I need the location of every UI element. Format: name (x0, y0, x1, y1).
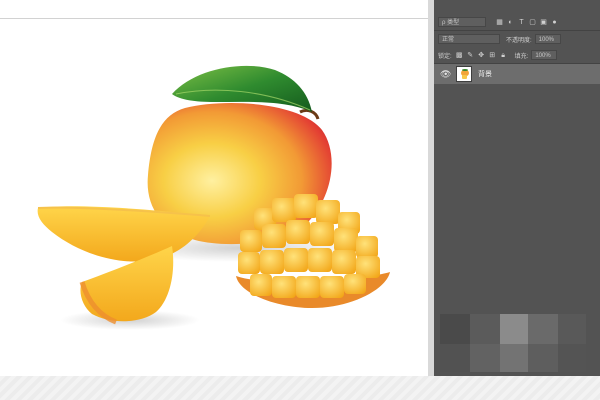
thumbnail-image (461, 69, 469, 79)
document-canvas[interactable] (0, 20, 428, 376)
opacity-label: 不透明度: (506, 37, 532, 44)
eye-icon[interactable]: 👁︎ (440, 69, 451, 80)
fill-input[interactable]: 100% (531, 50, 558, 60)
pixelated-overlay (440, 314, 586, 372)
canvas-top-border (0, 18, 430, 19)
blend-row: 正常 不透明度: 100% (434, 31, 600, 47)
lock-icon[interactable]: 🔒︎ (500, 52, 507, 59)
filter-type-icon[interactable]: T (518, 19, 525, 26)
filter-shape-icon[interactable]: ▢ (529, 19, 536, 26)
filter-toggle-icon[interactable]: ● (551, 19, 558, 26)
lock-label: 锁定: (438, 53, 452, 60)
bottom-strip (0, 376, 600, 400)
mango-illustration (37, 65, 390, 330)
blend-mode-select[interactable]: 正常 (438, 34, 500, 44)
move-icon[interactable]: ✥ (478, 52, 485, 59)
fill-label: 填充: (514, 53, 529, 60)
brush-icon[interactable]: ✎ (467, 52, 474, 59)
filter-smart-icon[interactable]: ▣ (540, 19, 547, 26)
layers-panel: ρ 类型 ▦ ◐ T ▢ ▣ ● 正常 不透明度: 100% 锁定: ▩ ✎ ✥… (434, 0, 600, 376)
mango-thumbnail-icon (456, 66, 472, 82)
opacity-input[interactable]: 100% (534, 34, 561, 44)
layer-row-background[interactable]: 👁︎ 背景 (434, 64, 600, 84)
chain-icon[interactable]: ⊞ (489, 52, 496, 59)
layer-filter-row: ρ 类型 ▦ ◐ T ▢ ▣ ● (434, 14, 600, 30)
layer-filter-select[interactable]: ρ 类型 (438, 17, 486, 27)
filter-adjust-icon[interactable]: ◐ (507, 19, 514, 26)
lock-transparent-icon[interactable]: ▩ (456, 52, 463, 59)
lock-row: 锁定: ▩ ✎ ✥ ⊞ 🔒︎ 填充: 100% (434, 47, 600, 63)
layer-name: 背景 (478, 71, 492, 78)
filter-pixel-icon[interactable]: ▦ (496, 19, 503, 26)
